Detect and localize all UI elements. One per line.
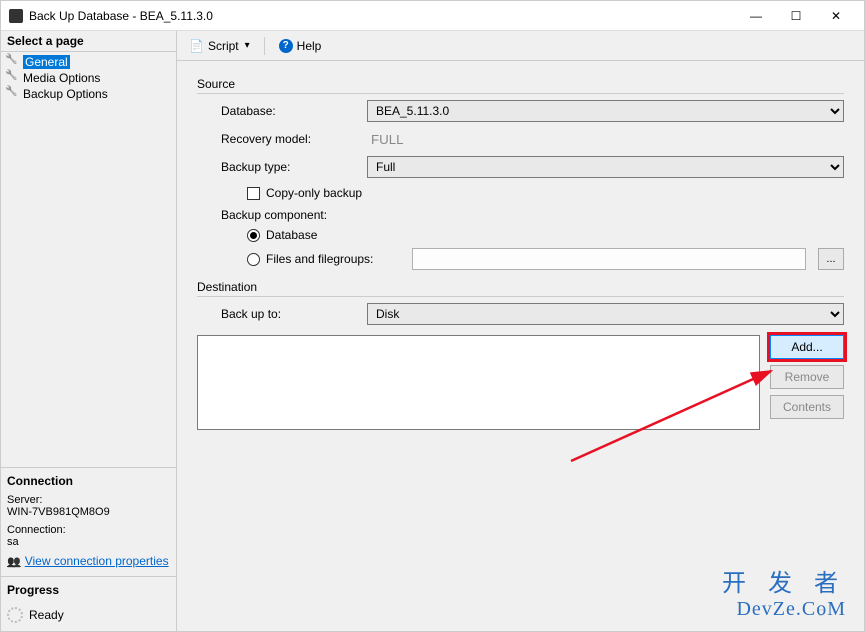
component-label: Backup component: — [197, 208, 367, 222]
backup-to-label: Back up to: — [197, 307, 367, 321]
backup-to-select[interactable]: Disk — [367, 303, 844, 325]
sidebar: Select a page General Media Options Back… — [1, 31, 177, 631]
radio-files[interactable] — [247, 253, 260, 266]
main-panel: Script ? Help Source Database: BEA_5.11.… — [177, 31, 864, 631]
window-title: Back Up Database - BEA_5.11.3.0 — [29, 9, 736, 23]
separator — [264, 37, 265, 55]
toolbar: Script ? Help — [177, 31, 864, 61]
conn-label: Connection: — [7, 524, 170, 536]
spinner-icon — [7, 607, 23, 623]
page-label: General — [23, 55, 70, 69]
remove-button[interactable]: Remove — [770, 365, 844, 389]
backup-type-select[interactable]: Full — [367, 156, 844, 178]
radio-database[interactable] — [247, 229, 260, 242]
conn-value: sa — [7, 536, 170, 548]
select-page-header: Select a page — [1, 31, 176, 52]
page-backup-options[interactable]: Backup Options — [1, 86, 176, 102]
radio-files-label: Files and filegroups: — [266, 252, 406, 266]
maximize-button[interactable]: ☐ — [776, 2, 816, 30]
link-text: View connection properties — [25, 554, 169, 568]
help-button[interactable]: ? Help — [275, 37, 326, 55]
radio-database-label: Database — [266, 228, 317, 242]
progress-block: Progress Ready — [1, 576, 176, 631]
filegroups-input[interactable] — [412, 248, 806, 270]
database-select[interactable]: BEA_5.11.3.0 — [367, 100, 844, 122]
page-label: Backup Options — [23, 87, 108, 101]
backup-type-label: Backup type: — [197, 160, 367, 174]
connection-header: Connection — [7, 472, 170, 492]
help-icon: ? — [279, 39, 293, 53]
destination-title: Destination — [197, 280, 844, 297]
destination-group: Destination Back up to: Disk Add... Remo… — [197, 280, 844, 430]
page-media-options[interactable]: Media Options — [1, 70, 176, 86]
script-button[interactable]: Script — [185, 37, 254, 55]
script-label: Script — [208, 39, 239, 53]
copy-only-label: Copy-only backup — [266, 186, 362, 200]
script-icon — [189, 39, 204, 53]
window-buttons: — ☐ ✕ — [736, 2, 856, 30]
source-group: Source Database: BEA_5.11.3.0 Recovery m… — [197, 77, 844, 270]
wrench-icon — [7, 72, 19, 84]
contents-button[interactable]: Contents — [770, 395, 844, 419]
wrench-icon — [7, 88, 19, 100]
page-label: Media Options — [23, 71, 100, 85]
close-button[interactable]: ✕ — [816, 2, 856, 30]
copy-only-checkbox[interactable] — [247, 187, 260, 200]
progress-status: Ready — [29, 608, 64, 622]
help-label: Help — [297, 39, 322, 53]
people-icon — [7, 554, 21, 568]
server-label: Server: — [7, 494, 170, 506]
progress-header: Progress — [7, 581, 170, 601]
database-label: Database: — [197, 104, 367, 118]
page-general[interactable]: General — [1, 54, 176, 70]
content: Source Database: BEA_5.11.3.0 Recovery m… — [177, 61, 864, 631]
server-value: WIN-7VB981QM8O9 — [7, 506, 170, 518]
filegroups-browse-button[interactable]: ... — [818, 248, 844, 270]
destination-list[interactable] — [197, 335, 760, 430]
page-list: General Media Options Backup Options — [1, 52, 176, 104]
wrench-icon — [7, 56, 19, 68]
connection-block: Connection Server: WIN-7VB981QM8O9 Conne… — [1, 467, 176, 576]
recovery-value — [367, 128, 844, 150]
minimize-button[interactable]: — — [736, 2, 776, 30]
source-title: Source — [197, 77, 844, 94]
recovery-label: Recovery model: — [197, 132, 367, 146]
add-button[interactable]: Add... — [770, 335, 844, 359]
app-icon — [9, 9, 23, 23]
view-connection-properties-link[interactable]: View connection properties — [7, 554, 170, 568]
titlebar: Back Up Database - BEA_5.11.3.0 — ☐ ✕ — [1, 1, 864, 31]
